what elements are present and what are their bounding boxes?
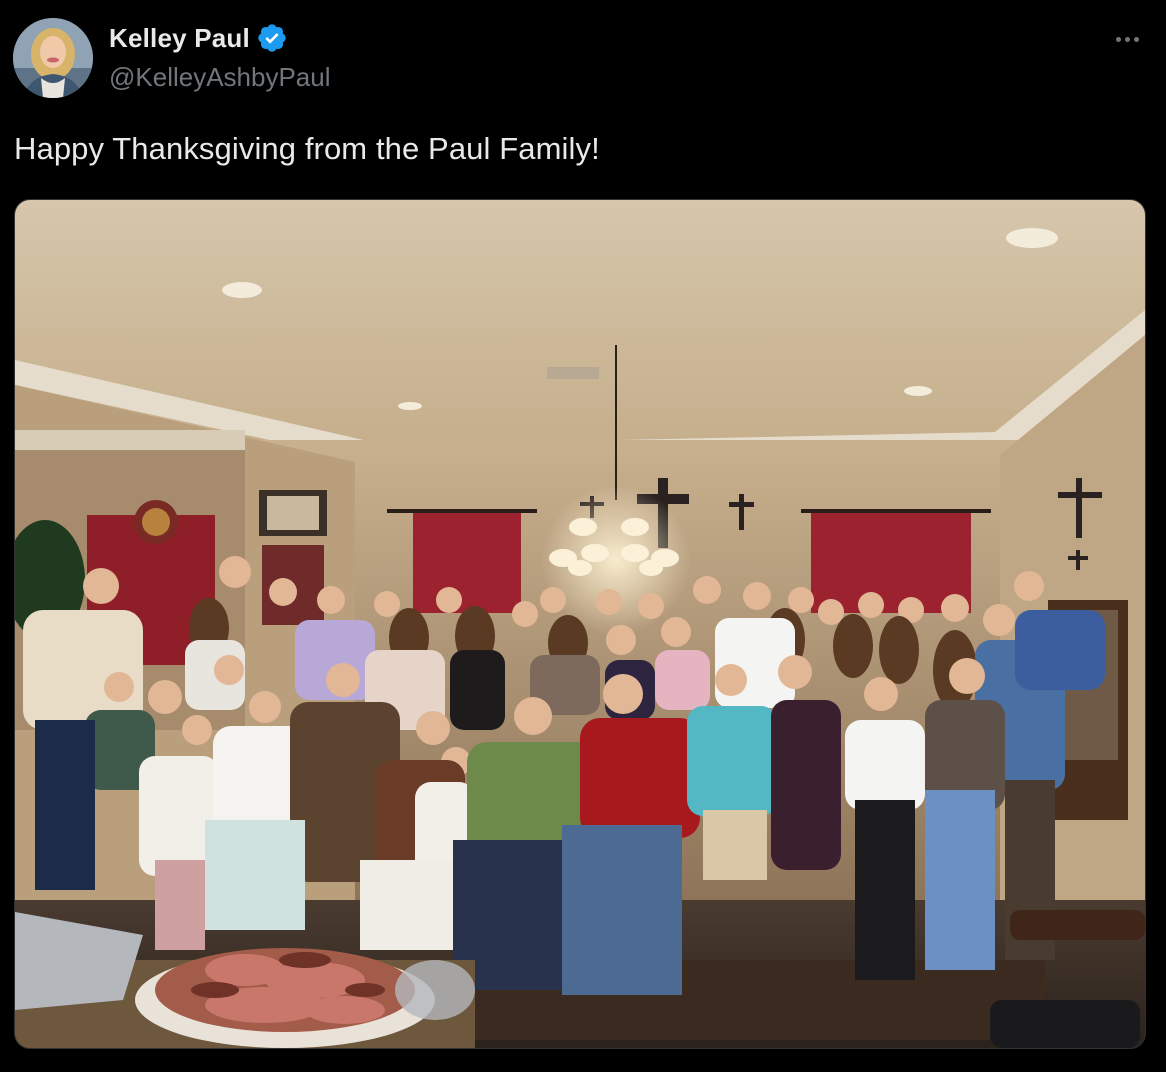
- author-handle[interactable]: @KelleyAshbyPaul: [109, 62, 331, 93]
- avatar[interactable]: [13, 18, 93, 98]
- more-horizontal-icon: [1115, 36, 1121, 42]
- author-display-name[interactable]: Kelley Paul: [109, 23, 250, 54]
- tweet-photo[interactable]: [14, 199, 1146, 1049]
- verified-badge-icon: [256, 22, 288, 54]
- more-options-button[interactable]: [1110, 22, 1144, 56]
- tweet-text: Happy Thanksgiving from the Paul Family!: [14, 131, 600, 166]
- tweet-card: Kelley Paul @KelleyAshbyPaul Happy Thank…: [0, 0, 1166, 1072]
- author-name-row[interactable]: Kelley Paul: [109, 22, 288, 54]
